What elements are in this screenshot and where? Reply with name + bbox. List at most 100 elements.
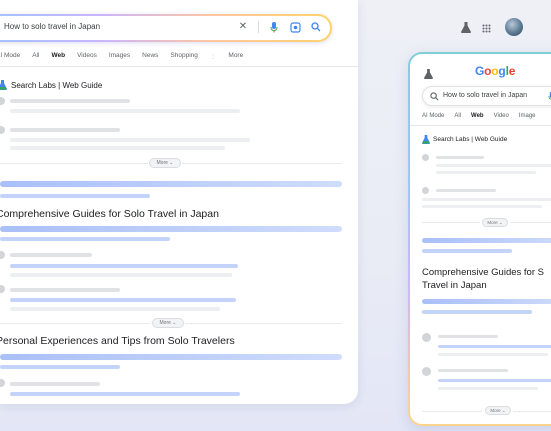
result-snippet-placeholder <box>436 164 551 167</box>
tab-all[interactable]: All <box>454 113 461 119</box>
more-button[interactable]: More ⌄ <box>485 406 511 415</box>
result-snippet-placeholder <box>10 298 236 302</box>
group-summary-placeholder <box>0 354 342 360</box>
google-logo: Google <box>475 64 516 78</box>
tabs-divider <box>410 125 551 126</box>
result-snippet-placeholder <box>436 171 536 174</box>
tab-more[interactable]: More <box>228 52 243 60</box>
more-button[interactable]: More ⌄ <box>149 158 181 168</box>
close-icon[interactable]: ✕ <box>237 21 249 33</box>
tab-videos[interactable]: Videos <box>77 52 97 60</box>
avatar[interactable] <box>505 18 523 36</box>
tab-web[interactable]: Web <box>51 52 65 60</box>
result-title-placeholder <box>10 99 130 103</box>
more-button[interactable]: More ⌄ <box>482 218 508 227</box>
labs-flask-icon[interactable] <box>422 68 434 80</box>
result-snippet-placeholder <box>10 307 220 311</box>
web-guide-header: Search Labs | Web Guide <box>422 135 507 144</box>
result-favicon <box>422 154 429 161</box>
result-favicon <box>422 333 431 342</box>
result-favicon <box>0 379 5 387</box>
lens-icon[interactable] <box>289 21 301 33</box>
result-snippet-placeholder <box>422 205 542 208</box>
more-divider-right <box>510 222 551 223</box>
more-divider-left <box>422 222 480 223</box>
mobile-window: Google How to solo travel in Japan AI Mo… <box>408 52 551 426</box>
group-heading[interactable]: Comprehensive Guides for Solo Travel in … <box>0 208 219 220</box>
result-title-placeholder <box>10 382 100 386</box>
result-title-placeholder <box>438 335 498 338</box>
tab-web[interactable]: Web <box>471 113 484 119</box>
result-favicon <box>0 285 5 293</box>
section-title: Search Labs | Web Guide <box>11 80 103 90</box>
tabs-separator: ⋮ <box>209 53 217 60</box>
group-summary-placeholder <box>0 226 342 232</box>
result-snippet-placeholder <box>10 146 225 150</box>
result-title-placeholder <box>438 369 508 372</box>
result-favicon <box>0 251 5 259</box>
mobile-search-input[interactable]: How to solo travel in Japan <box>443 92 527 99</box>
more-button[interactable]: More ⌄ <box>152 318 184 328</box>
tab-all[interactable]: All <box>32 52 39 60</box>
tab-image[interactable]: Image <box>519 113 536 119</box>
result-favicon <box>422 187 429 194</box>
result-snippet-placeholder <box>10 109 240 113</box>
tab-ai-mode[interactable]: AI Mode <box>0 52 20 60</box>
web-guide-header: Search Labs | Web Guide <box>0 80 102 90</box>
search-icon <box>430 92 439 101</box>
result-snippet-placeholder <box>438 353 548 356</box>
desktop-window: How to solo travel in Japan ✕ AI Mode Al… <box>0 0 358 404</box>
search-input[interactable]: How to solo travel in Japan <box>4 22 100 31</box>
tab-images[interactable]: Images <box>109 52 130 60</box>
tab-ai-mode[interactable]: AI Mode <box>422 113 444 119</box>
result-snippet-placeholder <box>10 273 232 277</box>
labs-flask-icon <box>0 80 7 90</box>
group-heading[interactable]: Personal Experiences and Tips from Solo … <box>0 335 235 347</box>
more-divider-right <box>185 323 342 324</box>
more-divider-right <box>513 411 551 412</box>
search-icon[interactable] <box>310 21 322 33</box>
more-label: More <box>490 408 501 413</box>
more-label: More <box>156 160 168 166</box>
mobile-search-bar[interactable]: How to solo travel in Japan <box>422 86 551 106</box>
group-summary-placeholder <box>0 237 170 241</box>
more-label: More <box>159 320 171 326</box>
group-summary-placeholder <box>0 365 120 369</box>
tab-shopping[interactable]: Shopping <box>170 52 197 60</box>
more-label: More <box>487 220 498 225</box>
section-title: Search Labs | Web Guide <box>433 136 508 143</box>
result-snippet-placeholder <box>438 379 551 382</box>
labs-flask-icon <box>422 135 430 144</box>
labs-flask-icon[interactable] <box>460 21 472 33</box>
result-favicon <box>0 97 5 105</box>
divider <box>258 21 259 33</box>
result-snippet-placeholder <box>10 264 238 268</box>
more-divider-left <box>422 411 482 412</box>
result-title-placeholder <box>10 288 120 292</box>
mobile-tabs: AI Mode All Web Video Image <box>422 113 536 119</box>
apps-grid-icon[interactable] <box>480 22 492 34</box>
mic-icon[interactable] <box>268 21 280 33</box>
group-heading[interactable]: Comprehensive Guides for S Travel in Jap… <box>422 266 544 292</box>
more-divider-left <box>0 323 150 324</box>
result-snippet-placeholder <box>422 198 551 201</box>
ai-summary-placeholder <box>0 181 342 187</box>
tab-video[interactable]: Video <box>494 113 509 119</box>
result-snippet-placeholder <box>438 387 538 390</box>
group-heading-line1: Comprehensive Guides for S <box>422 267 544 278</box>
group-heading-line2: Travel in Japan <box>422 280 487 291</box>
search-tabs: AI Mode All Web Videos Images News Shopp… <box>0 52 243 60</box>
group-summary-placeholder <box>422 310 532 314</box>
ai-summary-placeholder <box>0 194 150 198</box>
result-title-placeholder <box>10 128 120 132</box>
tabs-divider <box>0 66 358 67</box>
group-summary-placeholder <box>422 299 551 304</box>
search-bar[interactable]: How to solo travel in Japan ✕ <box>0 14 332 42</box>
tab-news[interactable]: News <box>142 52 158 60</box>
result-favicon <box>0 126 5 134</box>
result-snippet-placeholder <box>10 138 250 142</box>
ai-summary-placeholder <box>422 238 551 243</box>
more-divider-right <box>182 163 342 164</box>
ai-summary-placeholder <box>422 249 512 253</box>
result-snippet-placeholder <box>438 345 551 348</box>
